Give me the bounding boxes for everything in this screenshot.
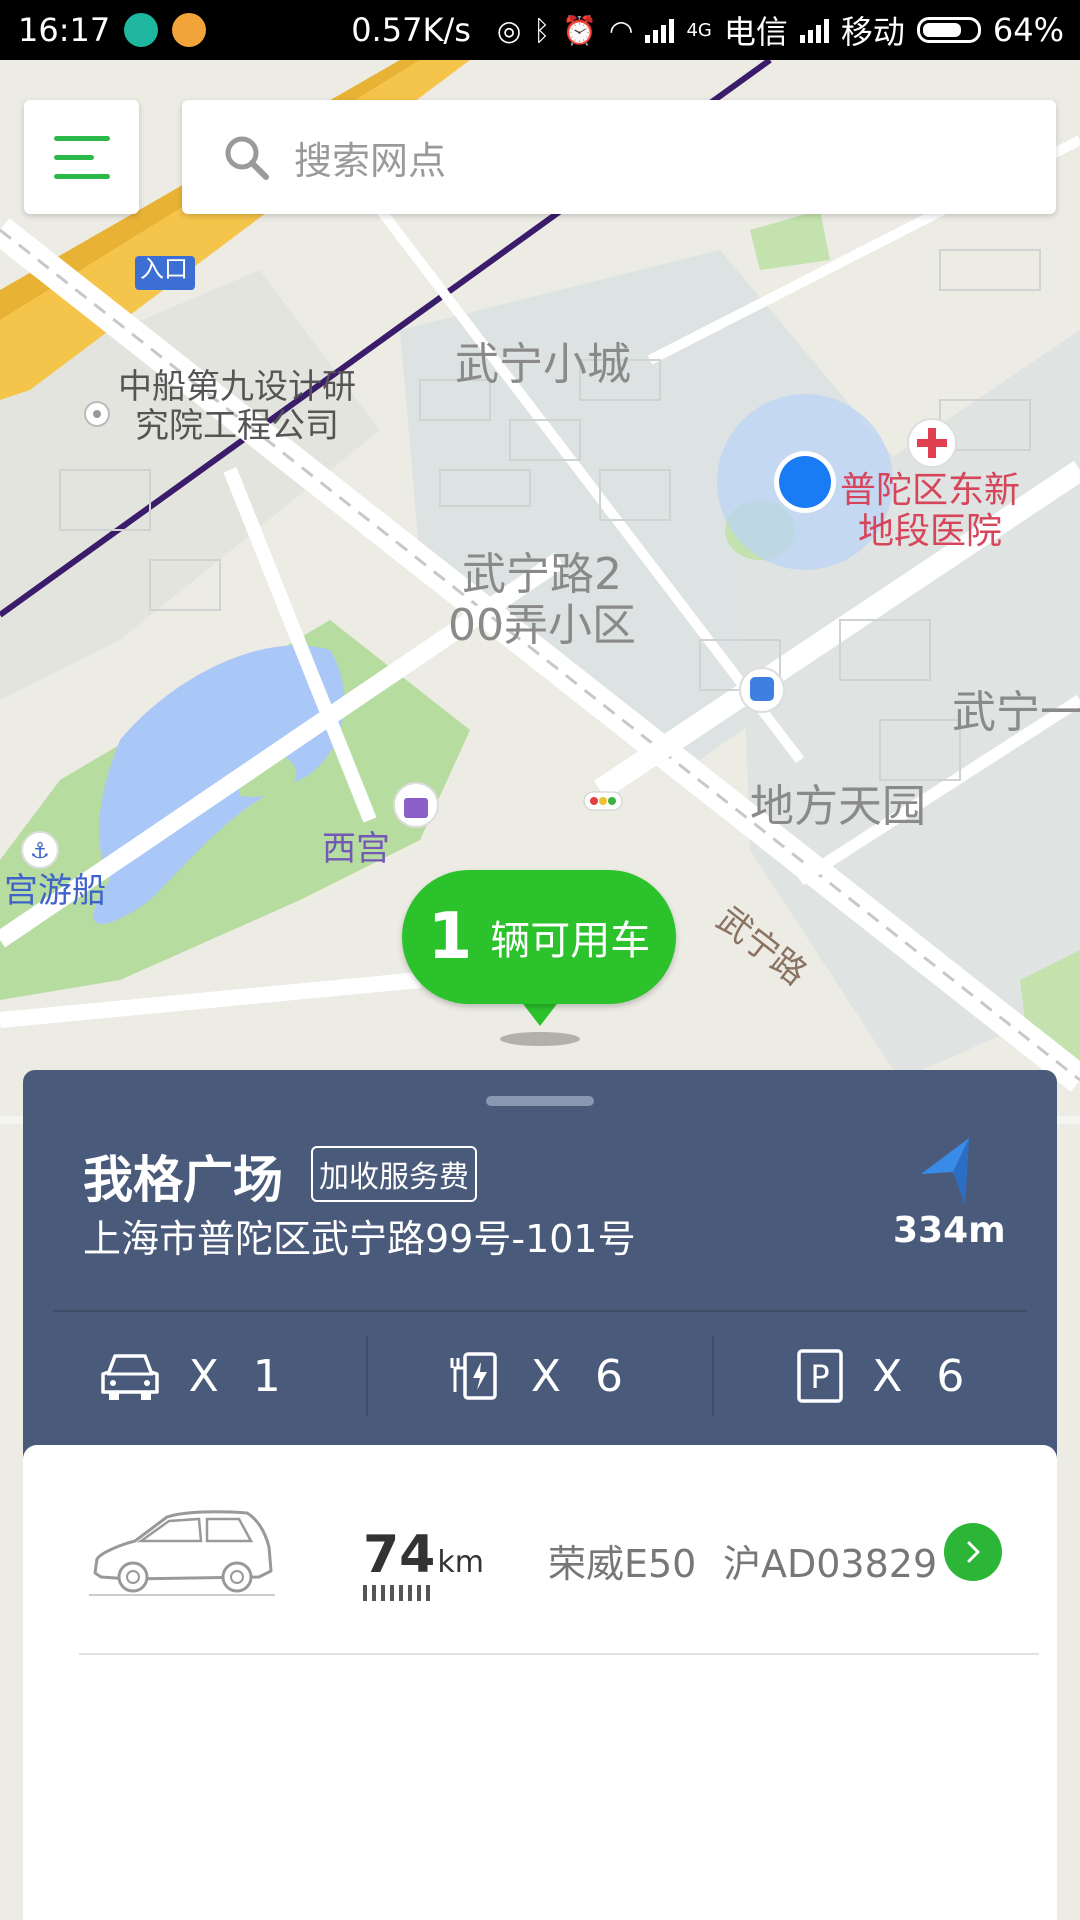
search-placeholder: 搜索网点 xyxy=(294,138,447,183)
chevron-right-icon xyxy=(967,1541,980,1563)
map-label-gong-youchuan[interactable]: 宫游船 xyxy=(4,871,106,911)
navigate-arrow-icon[interactable] xyxy=(919,1136,975,1206)
stat-chargers: X 6 xyxy=(368,1316,711,1436)
range-unit: km xyxy=(437,1545,484,1580)
stat-chargers-count: X 6 xyxy=(530,1350,634,1402)
card-divider xyxy=(79,1653,1039,1655)
search-input[interactable]: 搜索网点 xyxy=(182,100,1056,214)
map-label-xigong[interactable]: 西宫 xyxy=(322,829,390,869)
range-number: 74 xyxy=(363,1525,436,1585)
station-stats: X 1 X 6 P X 6 xyxy=(23,1316,1057,1436)
available-cars-label: 辆可用车 xyxy=(490,918,651,964)
panel-divider xyxy=(53,1310,1027,1312)
search-icon xyxy=(222,133,270,181)
station-distance: 334m xyxy=(893,1210,1006,1251)
status-bar: 16:17 0.57K/s ◎ ᛒ ⏰ ◠ 4G 电信 移动 64% xyxy=(0,0,1080,60)
charger-icon xyxy=(450,1352,497,1400)
station-address: 上海市普陀区武宁路99号-101号 xyxy=(83,1217,636,1261)
range-value: 74km xyxy=(363,1525,484,1585)
hotspot-icon: ◎ xyxy=(496,13,522,47)
car-model: 荣威E50 xyxy=(548,1542,697,1586)
stat-cars-count: X 1 xyxy=(188,1350,291,1402)
car-plate: 沪AD03829 xyxy=(723,1542,938,1586)
svg-text:⚓: ⚓ xyxy=(30,839,50,864)
svg-text:P: P xyxy=(811,1358,830,1396)
signal-icon xyxy=(645,17,675,43)
map-label-wuning-xiaocheng[interactable]: 武宁小城 xyxy=(455,339,631,391)
menu-icon-line-3 xyxy=(54,173,110,179)
drag-handle[interactable] xyxy=(486,1096,594,1106)
wifi-icon: ◠ xyxy=(609,13,634,47)
map-label-difang-tianyuan[interactable]: 地方天园 xyxy=(750,781,926,833)
battery-percent: 64% xyxy=(992,11,1064,49)
map-label-hospital[interactable]: 普陀区东新 地段医院 xyxy=(840,470,1020,553)
map-label-company[interactable]: 中船第九设计研 究院工程公司 xyxy=(118,367,356,446)
network-type: 4G xyxy=(686,19,712,41)
stat-parking: P X 6 xyxy=(714,1316,1057,1436)
car-card[interactable]: 74km 荣威E50 沪AD03829 xyxy=(23,1445,1057,1920)
battery-level-bar xyxy=(363,1585,430,1601)
available-cars-count: 1 xyxy=(427,900,473,974)
map-label-wuning-1[interactable]: 武宁一 xyxy=(952,687,1080,739)
bluetooth-icon: ᛒ xyxy=(533,13,551,47)
car-icon xyxy=(100,1354,159,1400)
carrier-1: 电信 xyxy=(723,13,788,51)
map-label-entrance: 入口 xyxy=(140,255,188,283)
available-cars-pin[interactable]: 1 辆可用车 xyxy=(402,870,676,1004)
service-fee-badge: 加收服务费 xyxy=(311,1146,477,1202)
parking-icon: P xyxy=(797,1349,843,1403)
stat-cars: X 1 xyxy=(23,1316,366,1436)
app-notification-icon xyxy=(124,13,159,47)
net-speed: 0.57K/s xyxy=(351,11,471,49)
battery-icon xyxy=(916,17,981,43)
alarm-icon: ⏰ xyxy=(562,13,597,47)
menu-button[interactable] xyxy=(24,100,139,214)
pin-shadow xyxy=(500,1032,580,1046)
menu-icon-line-2 xyxy=(54,154,94,160)
signal-icon-2 xyxy=(799,17,829,43)
station-name: 我格广场 xyxy=(83,1151,283,1209)
map-label-wuning-200[interactable]: 武宁路2 00弄小区 xyxy=(448,549,636,651)
carrier-2: 移动 xyxy=(840,13,905,51)
car-detail-button[interactable] xyxy=(944,1523,1002,1581)
car-image xyxy=(89,1510,275,1596)
stat-parking-count: X 6 xyxy=(872,1350,975,1402)
menu-icon xyxy=(54,135,110,141)
status-time: 16:17 xyxy=(18,11,111,49)
app-notification-icon-2 xyxy=(172,13,207,47)
